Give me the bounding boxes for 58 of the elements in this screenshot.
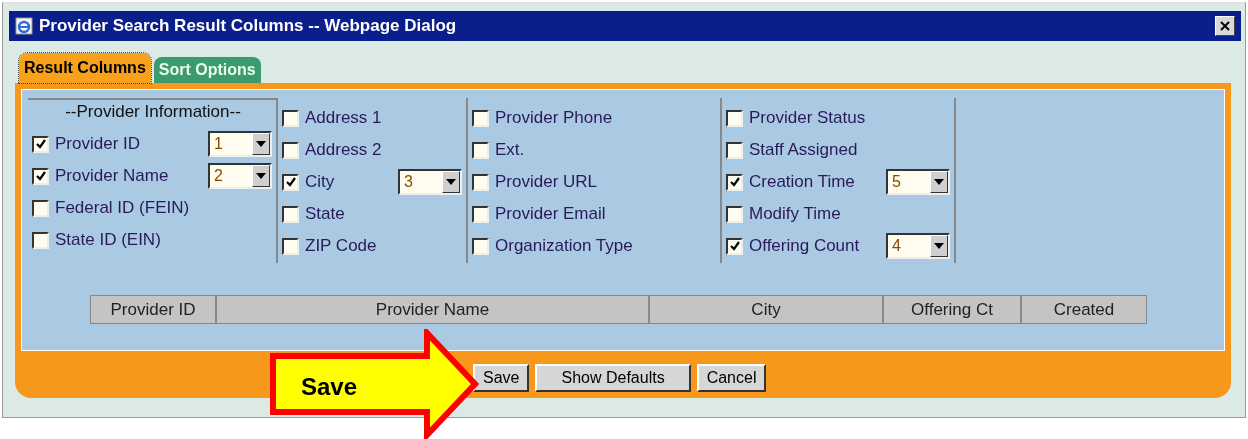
checkbox-label: Ext.: [495, 140, 526, 160]
checkbox-label: Creation Time: [749, 172, 856, 192]
checkbox-label: Provider Phone: [495, 108, 614, 128]
checkbox-label: Address 1: [305, 108, 383, 128]
column-header: City: [649, 295, 883, 324]
order-dropdown[interactable]: 3: [398, 169, 462, 195]
close-button[interactable]: [1215, 16, 1235, 36]
checkbox[interactable]: [32, 199, 49, 217]
close-icon: [1219, 20, 1231, 32]
checkbox-label: Provider ID: [55, 134, 142, 154]
checkbox-label: Staff Assigned: [749, 140, 859, 160]
tab[interactable]: Result Columns: [19, 53, 151, 83]
callout-label: Save: [301, 373, 358, 401]
checkbox[interactable]: [726, 141, 743, 159]
browser-icon: [15, 17, 33, 35]
checkbox-label: Federal ID (FEIN): [55, 198, 191, 218]
checkbox[interactable]: [472, 237, 489, 255]
checkbox[interactable]: [282, 109, 299, 127]
checkbox-label: Offering Count: [749, 236, 861, 256]
checkbox[interactable]: [32, 167, 49, 185]
checkbox[interactable]: [472, 205, 489, 223]
column-header: Provider ID: [90, 295, 216, 324]
checkbox[interactable]: [282, 205, 299, 223]
column-header: Created: [1021, 295, 1147, 324]
order-dropdown[interactable]: 4: [886, 233, 950, 259]
group-heading: --Provider Information--: [64, 102, 242, 123]
checkbox-label: Provider Name: [55, 166, 170, 186]
checkbox[interactable]: [472, 141, 489, 159]
checkbox-label: Modify Time: [749, 204, 842, 224]
checkbox-label: Address 2: [305, 140, 383, 160]
window-title: Provider Search Result Columns -- Webpage Dialog: [39, 16, 458, 36]
checkbox-label: Provider URL: [495, 172, 599, 192]
checkbox[interactable]: [282, 173, 299, 191]
checkbox[interactable]: [726, 173, 743, 191]
checkbox-label: Organization Type: [495, 236, 634, 256]
checkbox-label: State ID (EIN): [55, 230, 162, 250]
dialog-button[interactable]: Cancel: [696, 364, 767, 392]
column-header: Provider Name: [216, 295, 649, 324]
order-dropdown[interactable]: 1: [208, 131, 272, 157]
checkbox[interactable]: [472, 109, 489, 127]
checkbox[interactable]: [282, 237, 299, 255]
dialog-button[interactable]: Show Defaults: [535, 364, 691, 392]
checkbox-label: Provider Status: [749, 108, 867, 128]
order-dropdown[interactable]: 5: [886, 169, 950, 195]
order-dropdown[interactable]: 2: [208, 163, 272, 189]
checkbox-label: State: [305, 204, 346, 224]
checkbox[interactable]: [726, 109, 743, 127]
dialog-button[interactable]: Save: [473, 364, 530, 392]
checkbox[interactable]: [726, 237, 743, 255]
checkbox[interactable]: [726, 205, 743, 223]
checkbox[interactable]: [32, 135, 49, 153]
checkbox-label: Provider Email: [495, 204, 607, 224]
checkbox-label: ZIP Code: [305, 236, 378, 256]
checkbox-label: City: [305, 172, 336, 192]
checkbox[interactable]: [472, 173, 489, 191]
column-header: Offering Ct: [883, 295, 1021, 324]
checkbox[interactable]: [282, 141, 299, 159]
checkbox[interactable]: [32, 231, 49, 249]
